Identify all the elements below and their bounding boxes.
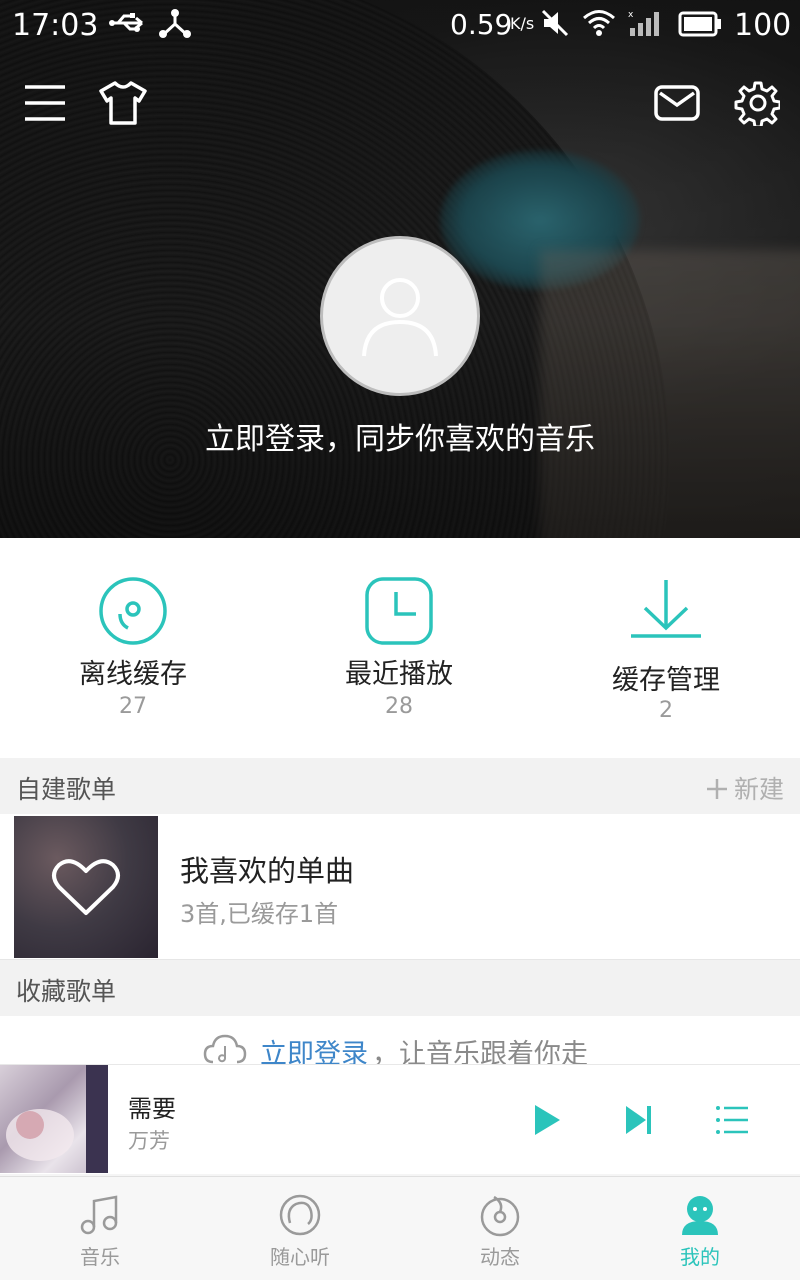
download-icon	[631, 580, 701, 638]
cell-signal-icon: x	[628, 8, 664, 46]
login-prompt[interactable]: 立即登录，同步你喜欢的音乐	[0, 414, 800, 458]
playlist-name: 我喜欢的单曲	[180, 854, 355, 888]
playlist-item[interactable]: 我喜欢的单曲 3首,已缓存1首	[0, 814, 800, 960]
cache-manage-item[interactable]: 缓存管理 2	[533, 538, 799, 758]
playlist-cover	[14, 816, 158, 958]
recent-played-item[interactable]: 最近播放 28	[266, 538, 532, 758]
user-icon	[682, 1196, 718, 1235]
quick-count: 28	[385, 694, 413, 719]
tab-label: 动态	[480, 1245, 520, 1269]
album-art	[0, 1065, 108, 1173]
tab-radio[interactable]: 随心听	[200, 1177, 400, 1280]
tab-label: 音乐	[80, 1245, 120, 1269]
battery-icon	[678, 10, 722, 46]
clock-icon	[365, 577, 433, 645]
quick-label: 离线缓存	[79, 659, 187, 690]
mute-icon	[540, 8, 570, 46]
tab-label: 随心听	[270, 1245, 330, 1269]
new-playlist-label: 新建	[733, 775, 784, 804]
cloud-music-icon	[203, 1034, 247, 1064]
usb-icon	[108, 8, 148, 46]
bottom-tab-bar: 音乐 随心听 动态 我的	[0, 1176, 800, 1280]
tethering-icon	[158, 8, 192, 46]
offline-cache-item[interactable]: 离线缓存 27	[0, 538, 266, 758]
tab-mine[interactable]: 我的	[600, 1177, 800, 1280]
tshirt-icon	[99, 81, 147, 125]
playlist-meta: 3首,已缓存1首	[180, 900, 339, 928]
radio-icon	[279, 1194, 321, 1236]
menu-icon	[25, 85, 65, 121]
new-playlist-button[interactable]: 新建	[706, 770, 784, 806]
menu-button[interactable]	[20, 78, 70, 128]
song-artist: 万芳	[128, 1129, 170, 1153]
profile-header: 17:03 0.59 K/s x 100 立即登录，同步你喜欢的音乐	[0, 0, 800, 538]
my-playlists-header: 自建歌单 新建	[0, 758, 800, 814]
queue-list-icon	[716, 1106, 748, 1134]
play-icon	[535, 1105, 560, 1135]
next-button[interactable]	[614, 1095, 664, 1145]
plus-icon	[706, 779, 727, 799]
quick-access-panel: 离线缓存 27 最近播放 28 缓存管理 2	[0, 538, 800, 758]
battery-level: 100	[734, 8, 792, 43]
network-speed-unit: K/s	[510, 14, 535, 33]
next-icon	[626, 1106, 651, 1134]
quick-count: 2	[659, 698, 673, 723]
user-placeholder-icon	[362, 278, 438, 357]
playlist-queue-button[interactable]	[708, 1095, 758, 1145]
tab-feed[interactable]: 动态	[400, 1177, 600, 1280]
avatar[interactable]	[320, 236, 480, 396]
quick-label: 最近播放	[345, 659, 453, 690]
status-time: 17:03	[12, 8, 99, 43]
messages-button[interactable]	[652, 78, 702, 128]
feed-icon	[480, 1195, 520, 1237]
favorites-login-prompt: 立即登录 ，让音乐跟着你走	[0, 1016, 800, 1070]
section-title: 收藏歌单	[16, 977, 117, 1006]
mini-player[interactable]: 需要 万芳	[0, 1064, 800, 1174]
gear-icon	[734, 81, 780, 126]
status-bar: 17:03 0.59 K/s x 100	[0, 0, 800, 50]
disc-icon	[99, 577, 167, 645]
wifi-icon	[582, 8, 616, 46]
quick-label: 缓存管理	[612, 665, 720, 696]
network-speed: 0.59	[450, 8, 513, 41]
favorite-playlists-header: 收藏歌单	[0, 960, 800, 1016]
quick-count: 27	[119, 694, 147, 719]
music-note-icon	[80, 1195, 118, 1235]
section-title: 自建歌单	[16, 775, 117, 804]
skin-button[interactable]	[98, 78, 148, 128]
mail-icon	[654, 85, 700, 121]
heart-icon	[52, 859, 120, 915]
tab-label: 我的	[680, 1245, 720, 1269]
svg-text:x: x	[628, 10, 634, 20]
tab-music[interactable]: 音乐	[0, 1177, 200, 1280]
play-button[interactable]	[522, 1095, 572, 1145]
settings-button[interactable]	[732, 78, 782, 128]
song-title: 需要	[128, 1095, 176, 1123]
